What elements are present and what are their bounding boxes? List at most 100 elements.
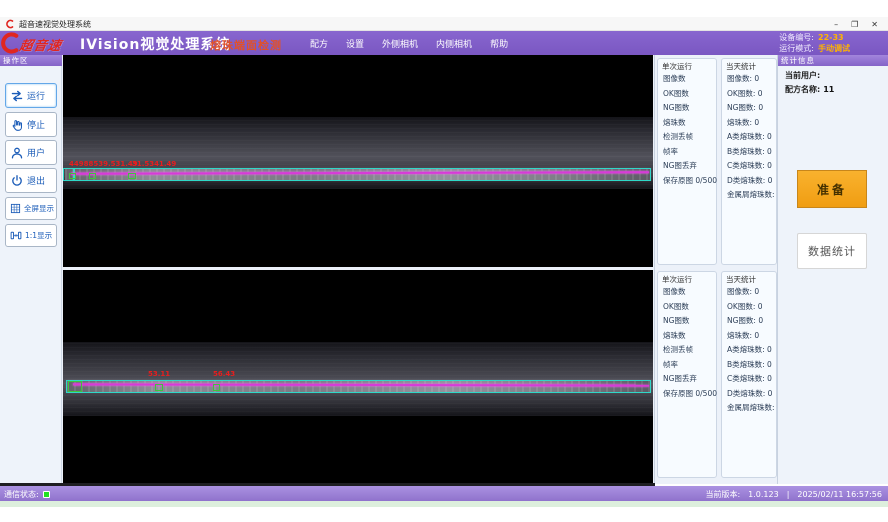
app-title: IVision视觉处理系统	[80, 34, 230, 54]
stat-row: 检测丢帧	[663, 343, 717, 358]
minimize-button[interactable]: –	[834, 20, 838, 29]
restore-button[interactable]: ❐	[851, 20, 858, 29]
run-button[interactable]: 运行	[5, 83, 57, 108]
stat-row: D类熔珠数: 0	[727, 387, 782, 402]
stat-row: OK图数	[663, 87, 717, 102]
stat-row: NG图数	[663, 101, 717, 116]
current-user-label: 当前用户:	[785, 71, 820, 80]
defect-box	[69, 173, 76, 179]
inner-camera-viewport: 53.11 56.43	[63, 270, 653, 485]
info-panel-title: 统计信息	[778, 55, 888, 66]
stat-row: NG图数	[663, 314, 717, 329]
stat-row: C类熔珠数: 0	[727, 159, 782, 174]
menu-item-settings[interactable]: 设置	[342, 35, 368, 52]
comm-status-indicator	[43, 491, 50, 498]
stat-row: 熔珠数: 0	[727, 116, 782, 131]
stat-row: 图像数: 0	[727, 285, 782, 300]
stat-row: C类熔珠数: 0	[727, 372, 782, 387]
stat-row: 保存原图 0/500	[663, 387, 717, 402]
grid-icon	[10, 203, 21, 214]
close-button[interactable]: ✕	[871, 20, 878, 29]
stat-row: NG图数: 0	[727, 314, 782, 329]
menu-item-help[interactable]: 帮助	[486, 35, 512, 52]
recipe-name-value: 11	[823, 85, 834, 94]
stat-row: 检测丢帧	[663, 130, 717, 145]
single-run-stats-panel-2: 单次运行 图像数 OK图数 NG图数 熔珠数 检测丢帧 帧率 NG图丢弃 保存原…	[657, 271, 717, 478]
stat-row: 熔珠数: 0	[727, 329, 782, 344]
stat-row: 熔珠数	[663, 329, 717, 344]
camera-image	[63, 342, 653, 416]
app-subtitle: 熔珠端面检测	[210, 37, 282, 53]
single-run-stats-panel-1: 单次运行 图像数 OK图数 NG图数 熔珠数 检测丢帧 帧率 NG图丢弃 保存原…	[657, 58, 717, 265]
stat-row: 熔珠数	[663, 116, 717, 131]
menu-item-recipe[interactable]: 配方	[306, 35, 332, 52]
stat-row: 图像数: 0	[727, 72, 782, 87]
groupbox-title: 当天统计	[726, 274, 756, 285]
menu-item-outer-camera[interactable]: 外侧相机	[378, 35, 422, 52]
menu-item-inner-camera[interactable]: 内侧相机	[432, 35, 476, 52]
stat-row: B类熔珠数: 0	[727, 145, 782, 160]
defect-box	[128, 173, 136, 179]
stat-row: OK图数	[663, 300, 717, 315]
stat-row: NG图数: 0	[727, 101, 782, 116]
main-menu: 配方 设置 外侧相机 内侧相机 帮助	[306, 31, 512, 55]
brand-swoosh-icon	[1, 31, 19, 55]
defect-box	[68, 381, 82, 392]
version-value: 1.0.123	[748, 490, 779, 499]
run-mode-value: 手动调试	[818, 43, 860, 54]
detection-region-box	[66, 380, 651, 393]
sidebar-title: 操作区	[0, 55, 62, 66]
window-bottom-edge	[0, 501, 888, 507]
stat-row: A类熔珠数: 0	[727, 343, 782, 358]
stat-row: OK图数: 0	[727, 300, 782, 315]
stat-row: 图像数	[663, 72, 717, 87]
stat-row: A类熔珠数: 0	[727, 130, 782, 145]
prepare-button[interactable]: 准备	[797, 170, 867, 208]
app-logo-icon	[5, 19, 15, 29]
user-button-label: 用户	[27, 146, 45, 159]
stat-row: 金属屑熔珠数: 0	[727, 188, 782, 203]
run-mode-label: 运行模式:	[779, 43, 814, 54]
stat-row: 金属屑熔珠数: 0	[727, 401, 782, 416]
data-statistics-button[interactable]: 数据统计	[797, 233, 867, 269]
main-content: 操作区 运行 停止 用户 退出	[0, 55, 888, 484]
stat-row: NG图丢弃	[663, 159, 717, 174]
stat-row: 保存原图 0/500	[663, 174, 717, 189]
app-header: 超音速 IVision视觉处理系统 熔珠端面检测 配方 设置 外侧相机 内侧相机…	[0, 31, 888, 55]
one-to-one-button[interactable]: 1:1显示	[5, 224, 57, 247]
one-to-one-icon	[10, 230, 22, 241]
measurement-annotation: 44988539.531.49	[69, 160, 138, 168]
info-panel: 统计信息 当前用户: 配方名称:11 准备 数据统计	[778, 55, 888, 484]
daily-stats-panel-1: 当天统计 图像数: 0 OK图数: 0 NG图数: 0 熔珠数: 0 A类熔珠数…	[721, 58, 777, 265]
device-number-label: 设备编号:	[779, 32, 814, 43]
exit-button[interactable]: 退出	[5, 168, 57, 193]
brand-logo-text: 超音速	[18, 35, 63, 54]
stat-row: D类熔珠数: 0	[727, 174, 782, 189]
divider	[654, 55, 655, 484]
fullscreen-button[interactable]: 全屏显示	[5, 197, 57, 220]
stat-row: 帧率	[663, 145, 717, 160]
defect-box	[213, 384, 220, 391]
stat-row: OK图数: 0	[727, 87, 782, 102]
user-icon	[10, 146, 24, 160]
window-title: 超音速视觉处理系统	[19, 19, 91, 30]
device-number-value: 22-33	[818, 32, 860, 43]
datetime: 2025/02/11 16:57:56	[797, 490, 882, 499]
measurement-annotation: 31.5341.49	[132, 160, 176, 168]
exit-button-label: 退出	[27, 174, 45, 187]
stat-row: B类熔珠数: 0	[727, 358, 782, 373]
power-icon	[10, 174, 24, 188]
comm-status-label: 通信状态:	[4, 489, 39, 500]
stat-row: 图像数	[663, 285, 717, 300]
measurement-annotation: 56.43	[213, 370, 235, 378]
groupbox-title: 单次运行	[662, 274, 692, 285]
outer-camera-viewport: 44988539.531.49 31.5341.49	[63, 55, 653, 267]
defect-box	[155, 384, 163, 391]
stop-button[interactable]: 停止	[5, 112, 57, 137]
groupbox-title: 单次运行	[662, 61, 692, 72]
user-button[interactable]: 用户	[5, 140, 57, 165]
run-button-label: 运行	[27, 89, 45, 102]
operation-sidebar: 操作区 运行 停止 用户 退出	[0, 55, 62, 484]
fullscreen-button-label: 全屏显示	[24, 203, 54, 214]
hand-icon	[10, 118, 24, 132]
